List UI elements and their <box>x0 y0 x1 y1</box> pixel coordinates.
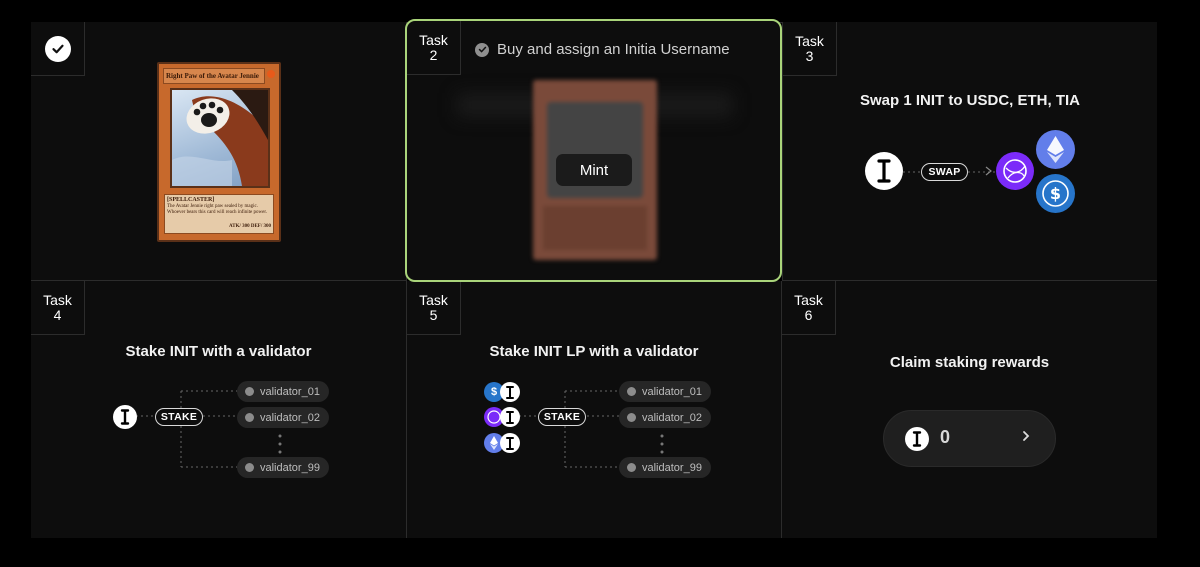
tia-token-icon <box>996 152 1034 190</box>
stake-connectors <box>519 390 619 468</box>
card-stats: ATK/ 300 DEF/ 300 <box>229 224 271 229</box>
task-2-panel[interactable]: Task 2 Buy and assign an Initia Username … <box>405 19 782 282</box>
card-art <box>170 88 270 188</box>
rewards-amount: 0 <box>940 427 951 447</box>
task-2-tag: Task 2 <box>407 21 461 75</box>
completed-check-icon <box>44 35 71 62</box>
mint-button[interactable]: Mint <box>556 154 632 186</box>
card-name: Right Paw of the Avatar Jennie <box>163 68 265 84</box>
chevron-right-icon <box>1023 431 1030 441</box>
ellipsis-vertical <box>660 434 664 454</box>
stake-chip: STAKE <box>155 408 203 426</box>
svg-text:$: $ <box>1050 184 1061 203</box>
arrow-right-icon <box>985 166 992 176</box>
task-2-title: Buy and assign an Initia Username <box>497 41 730 58</box>
task-4-panel[interactable]: Task 4 Stake INIT with a validator STAKE … <box>31 281 407 538</box>
card-attribute-icon <box>267 70 275 78</box>
ellipsis-vertical <box>278 434 282 454</box>
task-1-panel[interactable]: Right Paw of the Avatar Jennie [SPELLCAS… <box>31 22 407 281</box>
check-icon <box>475 42 489 57</box>
validator-pill: validator_99 <box>237 457 329 478</box>
init-token-icon <box>500 433 520 453</box>
task-2-header: Buy and assign an Initia Username <box>475 41 730 58</box>
task-3-tag: Task 3 <box>783 22 837 76</box>
validator-pill: validator_99 <box>619 457 711 478</box>
eth-token-icon <box>1036 130 1075 169</box>
stake-connectors <box>136 390 237 468</box>
validator-pill: validator_01 <box>237 381 329 402</box>
task-3-panel[interactable]: Task 3 Swap 1 INIT to USDC, ETH, TIA SWAP… <box>782 22 1157 281</box>
task-5-panel[interactable]: Task 5 Stake INIT LP with a validator $ S… <box>407 281 782 538</box>
validator-pill: validator_02 <box>619 407 711 428</box>
validator-pill: validator_01 <box>619 381 711 402</box>
task-6-tag: Task 6 <box>782 281 836 335</box>
init-token-icon <box>500 382 520 402</box>
validator-pill: validator_02 <box>237 407 329 428</box>
stake-chip: STAKE <box>538 408 586 426</box>
swap-chip: SWAP <box>921 163 968 181</box>
init-token-icon <box>113 405 137 429</box>
task-6-title: Claim staking rewards <box>889 354 1050 371</box>
task-6-panel[interactable]: Task 6 Claim staking rewards 0 <box>782 281 1157 538</box>
usdc-token-icon: $ <box>1036 174 1075 213</box>
avatar-card: Right Paw of the Avatar Jennie [SPELLCAS… <box>157 62 281 242</box>
init-token-icon <box>865 152 903 190</box>
task-1-status <box>31 22 85 76</box>
init-token-icon <box>500 407 520 427</box>
init-token-icon <box>905 427 929 451</box>
claim-rewards-button[interactable]: 0 <box>883 410 1056 467</box>
task-3-title: Swap 1 INIT to USDC, ETH, TIA <box>859 92 1080 109</box>
